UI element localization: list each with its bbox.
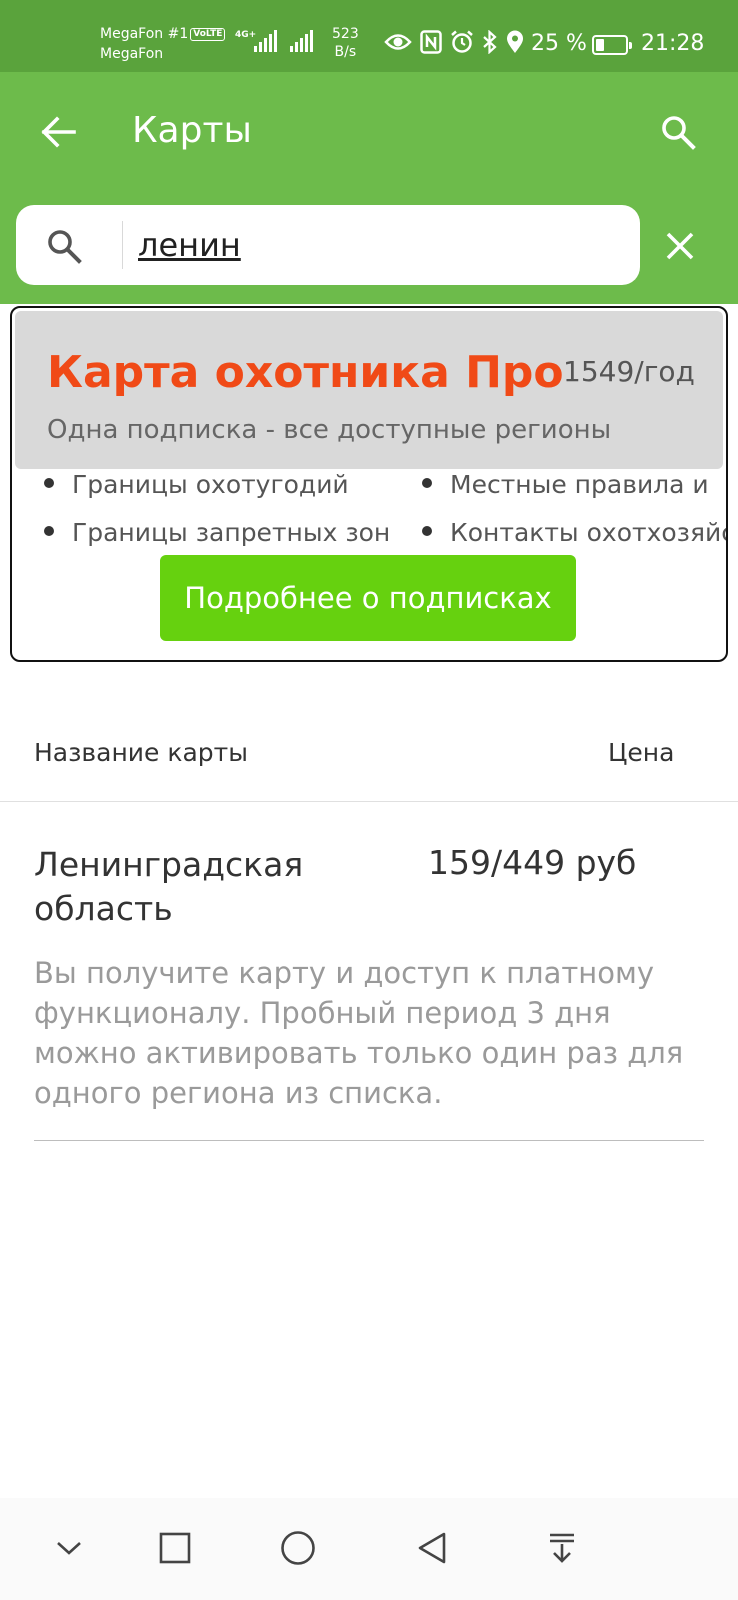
map-description: Вы получите карту и доступ к платному фу… (34, 956, 684, 1110)
status-icons (384, 30, 524, 54)
arrow-left-icon (41, 116, 76, 148)
bluetooth-icon (483, 30, 497, 54)
search-field[interactable] (16, 205, 640, 285)
back-button[interactable] (34, 108, 82, 156)
clear-search-button[interactable] (656, 222, 704, 270)
bullet-icon (422, 478, 432, 488)
signal-strength-icon (254, 30, 277, 52)
carrier-secondary: MegaFon (100, 46, 164, 62)
notification-pull-icon (550, 1533, 574, 1563)
feature-item: Границы охотугодий (44, 470, 349, 499)
map-name: Ленинградская область (34, 845, 304, 928)
home-icon (281, 1531, 315, 1565)
app-bar: Карты (0, 72, 738, 304)
column-header-name: Название карты (34, 738, 248, 767)
subscription-details-button[interactable]: Подробнее о подписках (160, 555, 576, 641)
clock: 21:28 (641, 31, 705, 56)
battery-icon (592, 35, 632, 55)
carrier-primary: MegaFon #1 (100, 26, 189, 42)
bullet-icon (44, 526, 54, 536)
nav-collapse-button[interactable] (41, 1520, 97, 1576)
list-item[interactable]: Ленинградская область 159/449 руб Вы пол… (0, 803, 738, 1143)
search-field-icon (40, 222, 88, 270)
bullet-icon (44, 478, 54, 488)
promo-header: Карта охотника Про 1549/год Одна подписк… (15, 311, 723, 469)
eye-icon (384, 34, 412, 50)
promo-subtitle: Одна подписка - все доступные регионы (47, 415, 612, 445)
search-divider (122, 221, 123, 269)
close-icon (666, 232, 694, 260)
nav-home-button[interactable] (270, 1520, 326, 1576)
carrier-info: MegaFon #1 VoLTE MegaFon (100, 24, 226, 64)
signal-strength-icon-2 (290, 30, 313, 52)
feature-item: Местные правила и (422, 470, 709, 499)
promo-title: Карта охотника Про (47, 347, 564, 398)
recents-icon (159, 1532, 191, 1564)
subscription-promo-card: Карта охотника Про 1549/год Одна подписк… (10, 306, 728, 662)
divider (34, 1140, 704, 1141)
bullet-icon (422, 526, 432, 536)
nav-notifications-button[interactable] (534, 1520, 590, 1576)
alarm-icon (451, 30, 473, 53)
nav-recents-button[interactable] (147, 1520, 203, 1576)
magnifier-icon (48, 230, 82, 264)
feature-item: Контакты охотхозяйс (422, 518, 726, 547)
search-button[interactable] (654, 108, 702, 156)
search-input[interactable] (138, 221, 618, 269)
location-icon (507, 30, 523, 53)
promo-price: 1549/год (563, 355, 695, 388)
feature-item: Границы запретных зон (44, 518, 390, 547)
network-speed: 523 B/s (332, 26, 359, 60)
table-header: Название карты Цена (0, 702, 738, 802)
battery-percent: 25 % (531, 31, 587, 56)
nfc-icon (420, 30, 442, 54)
search-icon (662, 116, 696, 150)
column-header-price: Цена (608, 738, 675, 767)
page-title: Карты (132, 110, 252, 151)
nav-back-button[interactable] (404, 1520, 460, 1576)
system-navigation-bar (0, 1498, 738, 1600)
chevron-down-icon (57, 1542, 81, 1555)
volte-badge: VoLTE (190, 28, 226, 41)
map-price: 159/449 руб (428, 843, 637, 882)
status-bar: MegaFon #1 VoLTE MegaFon 4G+ 523 B/s 25 %… (0, 0, 738, 72)
back-triangle-icon (418, 1532, 446, 1564)
